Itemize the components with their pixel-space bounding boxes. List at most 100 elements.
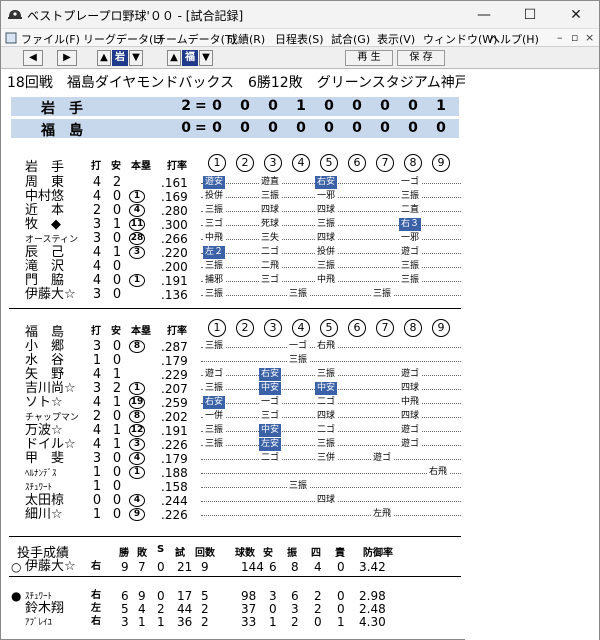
menu-bar: ファイル(F) リーグデータ(L) チームデータ(T) 成績(R) 日程表(S)… bbox=[1, 29, 599, 47]
at-bats: 1 bbox=[92, 353, 102, 368]
mdi-restore-button[interactable]: ▫ bbox=[571, 31, 578, 44]
menu-window[interactable]: ウィンドウ(W) bbox=[423, 31, 497, 47]
close-button[interactable]: ✕ bbox=[553, 1, 599, 29]
maximize-button[interactable]: ☐ bbox=[507, 1, 553, 29]
pitcher-name[interactable]: 伊藤大☆ bbox=[25, 560, 76, 574]
player-name[interactable]: 中村悠 bbox=[25, 190, 64, 204]
at-bat-result: 三振 bbox=[315, 368, 338, 381]
menu-file[interactable]: ファイル(F) bbox=[21, 31, 80, 47]
at-bats: 3 bbox=[92, 287, 102, 302]
player-name[interactable]: 門 脇 bbox=[25, 274, 64, 288]
at-bat-result: 三振 bbox=[399, 190, 422, 203]
player-name[interactable]: 細川☆ bbox=[25, 508, 63, 522]
at-bat-result: 三併 bbox=[315, 452, 338, 465]
iwate-down-button[interactable]: ▼ bbox=[129, 50, 143, 66]
inning-header: 6 bbox=[348, 154, 366, 172]
menu-team-data[interactable]: チームデータ(T) bbox=[155, 31, 236, 47]
pitching-header: 安 bbox=[263, 548, 273, 559]
menu-league-data[interactable]: リーグデータ(L) bbox=[83, 31, 164, 47]
pitching-stat: 144 bbox=[241, 560, 264, 574]
inning-score: 0 bbox=[324, 98, 334, 114]
player-name[interactable]: 伊藤大☆ bbox=[25, 288, 76, 302]
inning-score: 0 bbox=[268, 120, 278, 136]
header-hr: 本塁 bbox=[131, 161, 151, 172]
mdi-close-button[interactable]: × bbox=[585, 31, 594, 44]
at-bat-result: 一邪 bbox=[399, 232, 422, 245]
hits: 0 bbox=[112, 259, 122, 274]
pitcher-name[interactable]: 鈴木翔 bbox=[25, 602, 64, 616]
home-runs: 1 bbox=[129, 382, 145, 395]
pitcher-name[interactable]: ｱﾌﾞﾚｲﾕ bbox=[25, 616, 52, 630]
team-section-label: 岩 手 bbox=[25, 160, 65, 175]
iwate-up-button[interactable]: ▲ bbox=[97, 50, 111, 66]
player-name[interactable]: 矢 野 bbox=[25, 368, 64, 382]
batting-average: .244 bbox=[161, 494, 188, 508]
replay-button[interactable]: 再 生 bbox=[345, 50, 393, 66]
menu-view[interactable]: 表示(V) bbox=[377, 31, 415, 47]
inning-header: 9 bbox=[432, 319, 450, 337]
batting-average: .136 bbox=[161, 288, 188, 302]
at-bats: 1 bbox=[92, 479, 102, 494]
player-name[interactable]: 周 東 bbox=[25, 176, 64, 190]
menu-schedule[interactable]: 日程表(S) bbox=[275, 31, 324, 47]
batting-average: .179 bbox=[161, 452, 188, 466]
player-name[interactable]: ﾍﾙﾅﾝﾃﾞｽ bbox=[25, 467, 57, 481]
menu-game[interactable]: 試合(G) bbox=[331, 31, 370, 47]
player-name[interactable]: 小 郷 bbox=[25, 340, 64, 354]
hits: 1 bbox=[112, 367, 122, 382]
at-bats: 4 bbox=[92, 395, 102, 410]
pitching-stat: 1 bbox=[337, 615, 345, 629]
player-name[interactable]: 万波☆ bbox=[25, 424, 63, 438]
player-name[interactable]: 滝 沢 bbox=[25, 260, 64, 274]
pitching-header: 四 bbox=[311, 548, 321, 559]
save-button[interactable]: 保 存 bbox=[397, 50, 445, 66]
player-name[interactable]: 牧 ◆ bbox=[25, 218, 61, 232]
player-name[interactable]: ドイル☆ bbox=[25, 438, 76, 452]
next-game-button[interactable]: ▶ bbox=[57, 50, 77, 66]
at-bat-result: 三振 bbox=[315, 438, 338, 451]
at-bat-result: 一邪 bbox=[315, 190, 338, 203]
mdi-minimize-button[interactable]: – bbox=[557, 31, 563, 44]
scoreboard-row: 福島 0 = 0 0 0 0 0 0 0 0 0 bbox=[11, 119, 459, 139]
at-bat-result: 投併 bbox=[315, 246, 338, 259]
document-icon[interactable] bbox=[5, 32, 17, 44]
player-name[interactable]: 近 本 bbox=[25, 204, 64, 218]
player-name[interactable]: ソト☆ bbox=[25, 396, 63, 410]
pitching-header: 勝 bbox=[119, 548, 129, 559]
player-name[interactable]: 太田椋 bbox=[25, 494, 64, 508]
at-bat-result: 二ゴ bbox=[259, 246, 282, 259]
menu-records[interactable]: 成績(R) bbox=[227, 31, 265, 47]
home-runs: 3 bbox=[129, 246, 145, 259]
menu-help[interactable]: ヘルプ(H) bbox=[489, 31, 539, 47]
prev-game-button[interactable]: ◀ bbox=[23, 50, 43, 66]
home-runs: 8 bbox=[129, 340, 145, 353]
decision-mark: ○ bbox=[11, 560, 22, 574]
dotted-line bbox=[201, 473, 461, 474]
minimize-button[interactable]: — bbox=[461, 1, 507, 29]
header-ab: 打 bbox=[91, 161, 101, 172]
batting-average: .220 bbox=[161, 246, 188, 260]
at-bat-result: 三振 bbox=[203, 288, 226, 301]
batting-average: .158 bbox=[161, 480, 188, 494]
at-bat-result: 右安 bbox=[315, 176, 338, 189]
at-bat-result: 投併 bbox=[203, 190, 226, 203]
team-total-runs: 2 bbox=[181, 98, 191, 114]
iwate-team-button[interactable]: 岩 bbox=[112, 50, 128, 66]
fukushima-down-button[interactable]: ▼ bbox=[199, 50, 213, 66]
at-bats: 2 bbox=[92, 409, 102, 424]
at-bat-result: 三ゴ bbox=[203, 218, 226, 231]
inning-header: 1 bbox=[208, 154, 226, 172]
at-bat-result: 捕邪 bbox=[203, 274, 226, 287]
at-bat-result: 四球 bbox=[315, 410, 338, 423]
inning-header: 9 bbox=[432, 154, 450, 172]
player-name[interactable]: 水 谷 bbox=[25, 354, 64, 368]
batting-average: .191 bbox=[161, 424, 188, 438]
home-runs: 3 bbox=[129, 438, 145, 451]
player-name[interactable]: 辰 己 bbox=[25, 246, 64, 260]
player-name[interactable]: 甲 斐 bbox=[25, 452, 64, 466]
throwing-hand: 右 bbox=[91, 616, 101, 627]
player-name[interactable]: 吉川尚☆ bbox=[25, 382, 76, 396]
fukushima-team-button[interactable]: 福 bbox=[182, 50, 198, 66]
fukushima-up-button[interactable]: ▲ bbox=[167, 50, 181, 66]
at-bat-result: 三振 bbox=[203, 382, 226, 395]
